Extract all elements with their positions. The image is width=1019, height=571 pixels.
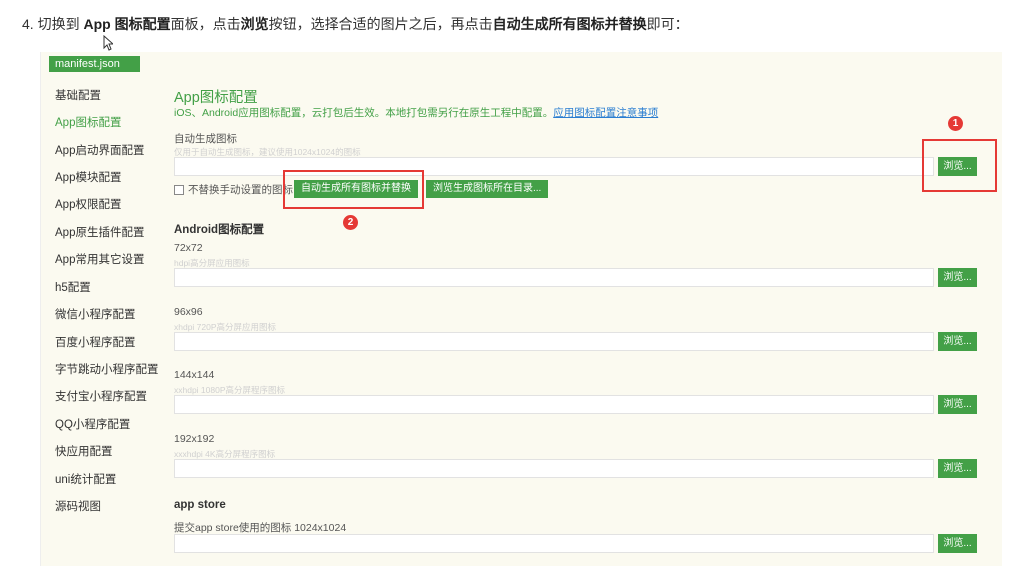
instruction-app-icon: App 图标配置 bbox=[83, 16, 171, 32]
sidebar-item-toutiao[interactable]: 字节跳动小程序配置 bbox=[55, 361, 159, 377]
sidebar-item-uni-stat[interactable]: uni统计配置 bbox=[55, 471, 116, 487]
marker-one: 1 bbox=[948, 116, 963, 131]
sidebar-item-basic[interactable]: 基础配置 bbox=[55, 87, 101, 103]
instruction-browse: 浏览 bbox=[240, 16, 269, 32]
highlight-box-generate bbox=[283, 170, 424, 209]
android-size-72: 72x72 bbox=[174, 242, 203, 254]
sidebar-item-app-modules[interactable]: App模块配置 bbox=[55, 169, 121, 185]
sidebar-item-app-native-plugins[interactable]: App原生插件配置 bbox=[55, 224, 144, 240]
main-content: App图标配置 iOS、Android应用图标配置，云打包后生效。本地打包需另行… bbox=[174, 52, 1002, 566]
instruction-prefix: 4. 切换到 bbox=[22, 16, 84, 32]
highlight-box-browse bbox=[922, 139, 997, 192]
manifest-panel: manifest.json 基础配置 App图标配置 App启动界面配置 App… bbox=[40, 52, 1002, 566]
section-title: App图标配置 bbox=[174, 90, 258, 106]
section-desc-text: iOS、Android应用图标配置，云打包后生效。本地打包需另行在原生工程中配置… bbox=[174, 107, 554, 119]
appstore-label: 提交app store使用的图标 1024x1024 bbox=[174, 522, 347, 534]
appstore-section-title: app store bbox=[174, 499, 226, 511]
sidebar-item-alipay[interactable]: 支付宝小程序配置 bbox=[55, 388, 147, 404]
android-browse-192-button[interactable]: 浏览... bbox=[938, 459, 977, 478]
sidebar-item-app-splash[interactable]: App启动界面配置 bbox=[55, 142, 144, 158]
instruction-mid1: 面板，点击 bbox=[170, 16, 241, 32]
sidebar-item-qq[interactable]: QQ小程序配置 bbox=[55, 416, 130, 432]
sidebar-item-quickapp[interactable]: 快应用配置 bbox=[55, 443, 113, 459]
android-section-title: Android图标配置 bbox=[174, 224, 265, 236]
auto-icon-label: 自动生成图标 bbox=[174, 133, 237, 145]
android-browse-72-button[interactable]: 浏览... bbox=[938, 268, 977, 287]
sidebar-item-app-other[interactable]: App常用其它设置 bbox=[55, 251, 144, 267]
instruction-text: 4. 切换到 App 图标配置面板，点击浏览按钮，选择合适的图片之后，再点击自动… bbox=[22, 14, 689, 34]
android-browse-144-button[interactable]: 浏览... bbox=[938, 395, 977, 414]
android-size-96: 96x96 bbox=[174, 306, 203, 318]
icon-notes-link[interactable]: 应用图标配置注意事项 bbox=[553, 107, 658, 119]
file-tab-manifest[interactable]: manifest.json bbox=[49, 56, 140, 72]
android-input-192[interactable] bbox=[174, 459, 934, 478]
android-input-144[interactable] bbox=[174, 395, 934, 414]
sidebar-item-source[interactable]: 源码视图 bbox=[55, 498, 101, 514]
android-input-72[interactable] bbox=[174, 268, 934, 287]
android-browse-96-button[interactable]: 浏览... bbox=[938, 332, 977, 351]
no-replace-checkbox[interactable] bbox=[174, 185, 184, 196]
open-generated-dir-button[interactable]: 浏览生成图标所在目录... bbox=[426, 180, 549, 198]
instruction-suffix: 即可： bbox=[646, 16, 689, 32]
sidebar-item-weixin[interactable]: 微信小程序配置 bbox=[55, 306, 136, 322]
instruction-action: 自动生成所有图标并替换 bbox=[492, 16, 647, 32]
instruction-mid2: 按钮，选择合适的图片之后，再点击 bbox=[268, 16, 493, 32]
android-size-144: 144x144 bbox=[174, 369, 215, 381]
android-size-192: 192x192 bbox=[174, 433, 215, 445]
sidebar-item-app-icon[interactable]: App图标配置 bbox=[55, 114, 121, 130]
sidebar-item-baidu[interactable]: 百度小程序配置 bbox=[55, 334, 136, 350]
sidebar-item-app-permissions[interactable]: App权限配置 bbox=[55, 196, 121, 212]
no-replace-checkbox-row[interactable]: 不替换手动设置的图标 bbox=[174, 182, 293, 197]
section-description: iOS、Android应用图标配置，云打包后生效。本地打包需另行在原生工程中配置… bbox=[174, 105, 658, 120]
marker-two: 2 bbox=[343, 215, 358, 230]
appstore-input[interactable] bbox=[174, 534, 934, 553]
android-input-96[interactable] bbox=[174, 332, 934, 351]
appstore-browse-button[interactable]: 浏览... bbox=[938, 534, 977, 553]
sidebar-item-h5[interactable]: h5配置 bbox=[55, 279, 91, 295]
mouse-cursor-icon bbox=[103, 35, 113, 51]
sidebar: manifest.json 基础配置 App图标配置 App启动界面配置 App… bbox=[41, 52, 159, 566]
no-replace-label: 不替换手动设置的图标 bbox=[188, 184, 293, 196]
